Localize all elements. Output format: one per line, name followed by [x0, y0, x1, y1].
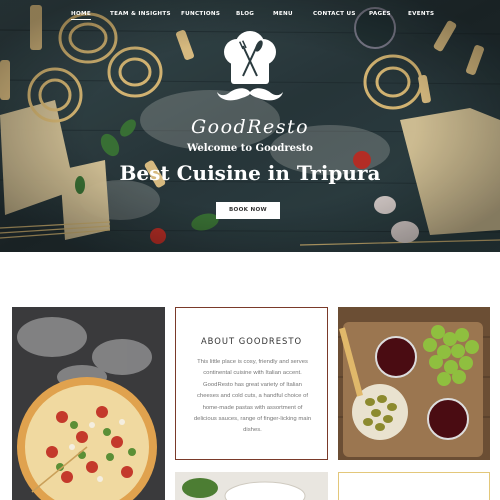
nav-item-menu[interactable]: MENU [273, 11, 293, 17]
nav-item-team-insights[interactable]: TEAM & INSIGHTS [110, 11, 171, 17]
nav-item-events[interactable]: EVENTS [408, 11, 434, 17]
nav-item-pages[interactable]: PAGES [369, 11, 391, 17]
hero-welcome: Welcome to Goodresto [187, 143, 313, 154]
main-nav: HOME TEAM & INSIGHTS FUNCTIONS BLOG MENU… [0, 11, 500, 23]
about-section: ABOUT GOODRESTO This little place is cos… [175, 307, 328, 460]
about-text: This little place is cosy, friendly and … [193, 359, 312, 434]
brand-name: GoodResto [190, 116, 310, 138]
bottom-right-box [338, 472, 490, 500]
chef-logo-icon[interactable] [215, 30, 285, 110]
nav-item-functions[interactable]: FUNCTIONS [181, 11, 220, 17]
dish-image [175, 472, 328, 500]
nav-item-contact-us[interactable]: CONTACT US [313, 11, 356, 17]
nav-item-home[interactable]: HOME [71, 11, 92, 20]
about-title: ABOUT GOODRESTO [200, 336, 303, 346]
book-now-button[interactable]: BOOK NOW [216, 202, 280, 219]
pizza-image [12, 307, 165, 500]
hero-headline: Best Cuisine in Tripura [119, 161, 381, 185]
wine-olives-image [338, 307, 490, 460]
nav-item-blog[interactable]: BLOG [236, 11, 254, 17]
hero-banner: HOME TEAM & INSIGHTS FUNCTIONS BLOG MENU… [0, 0, 500, 252]
